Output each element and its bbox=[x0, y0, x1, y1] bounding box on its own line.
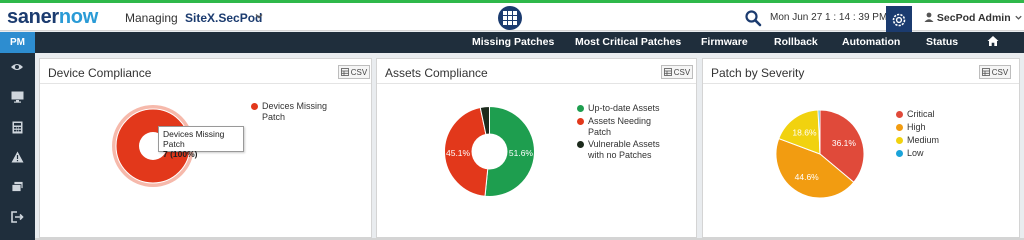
site-selector[interactable]: SiteX.SecPod bbox=[185, 11, 262, 25]
legend-vulnerable-assets[interactable]: Vulnerable Assets with no Patches bbox=[577, 139, 687, 161]
legend-swatch bbox=[577, 105, 584, 112]
legend-assets-needing-patch[interactable]: Assets Needing Patch bbox=[577, 116, 687, 138]
user-icon bbox=[924, 12, 934, 22]
layers-icon[interactable] bbox=[10, 180, 24, 194]
card-title: Assets Compliance bbox=[385, 66, 488, 80]
card-title: Patch by Severity bbox=[711, 66, 805, 80]
legend-medium[interactable]: Medium bbox=[896, 135, 976, 147]
csv-export-button[interactable]: CSV bbox=[338, 65, 370, 79]
table-icon bbox=[663, 68, 672, 76]
current-datetime: Mon Jun 27 1 : 14 : 39 PM bbox=[770, 12, 888, 23]
assets-compliance-donut: 51.6% 45.1% bbox=[444, 105, 535, 197]
table-icon bbox=[340, 68, 349, 76]
slice-label: 36.1% bbox=[832, 138, 857, 148]
legend-swatch bbox=[896, 150, 903, 157]
legend-up-to-date-assets[interactable]: Up-to-date Assets bbox=[577, 103, 687, 115]
nav-most-critical-patches[interactable]: Most Critical Patches bbox=[575, 36, 681, 48]
card-divider bbox=[377, 83, 696, 84]
nav-automation[interactable]: Automation bbox=[842, 36, 900, 48]
eye-icon[interactable] bbox=[10, 60, 24, 74]
legend-swatch bbox=[577, 118, 584, 125]
legend-swatch bbox=[896, 111, 903, 118]
chevron-down-icon[interactable] bbox=[254, 11, 264, 24]
patch-by-severity-card: Patch by Severity CSV 36.1% 44.6% 18.6% Cr… bbox=[702, 58, 1020, 238]
legend-swatch bbox=[577, 141, 584, 148]
slice-label: 51.6% bbox=[509, 148, 534, 158]
card-divider bbox=[703, 83, 1019, 84]
module-tab-pm[interactable]: PM bbox=[0, 32, 35, 53]
grid-icon bbox=[503, 11, 517, 25]
legend-swatch bbox=[896, 137, 903, 144]
warning-icon[interactable] bbox=[10, 150, 24, 164]
card-title: Device Compliance bbox=[48, 66, 152, 80]
table-icon bbox=[981, 68, 990, 76]
slice-label: 44.6% bbox=[795, 172, 820, 182]
tooltip-value: 7 (100%) bbox=[163, 149, 198, 159]
managing-label: Managing bbox=[125, 11, 178, 25]
donut-hole bbox=[471, 133, 508, 170]
legend-devices-missing-patch[interactable]: Devices Missing Patch bbox=[251, 101, 351, 123]
nav-missing-patches[interactable]: Missing Patches bbox=[472, 36, 554, 48]
user-menu[interactable]: SecPod Admin bbox=[924, 12, 1023, 24]
nav-firmware[interactable]: Firmware bbox=[701, 36, 748, 48]
search-icon[interactable] bbox=[744, 9, 762, 27]
saner-now-logo[interactable]: sanernow bbox=[7, 6, 98, 29]
card-divider bbox=[40, 83, 371, 84]
legend-critical[interactable]: Critical bbox=[896, 109, 976, 121]
logout-icon[interactable] bbox=[10, 210, 24, 224]
chart-tooltip: Devices Missing Patch 7 (100%) bbox=[158, 126, 244, 159]
nav-status[interactable]: Status bbox=[926, 36, 958, 48]
csv-export-button[interactable]: CSV bbox=[661, 65, 693, 79]
top-nav-bar: Missing Patches Most Critical Patches Fi… bbox=[0, 32, 1024, 53]
settings-button[interactable] bbox=[886, 6, 912, 33]
user-name: SecPod Admin bbox=[936, 12, 1011, 24]
app-grid-button[interactable] bbox=[498, 6, 522, 30]
nav-rollback[interactable]: Rollback bbox=[774, 36, 818, 48]
patch-severity-pie: 36.1% 44.6% 18.6% bbox=[775, 109, 865, 199]
home-icon[interactable] bbox=[987, 35, 999, 50]
legend-high[interactable]: High bbox=[896, 122, 976, 134]
monitor-icon[interactable] bbox=[10, 90, 24, 104]
sidebar bbox=[0, 53, 35, 240]
legend-swatch bbox=[896, 124, 903, 131]
calculator-icon[interactable] bbox=[10, 120, 24, 134]
tooltip-label: Devices Missing Patch bbox=[163, 129, 225, 149]
slice-label: 45.1% bbox=[446, 148, 471, 158]
app-header: sanernow Managing SiteX.SecPod Mon Jun 2… bbox=[0, 3, 1024, 33]
csv-export-button[interactable]: CSV bbox=[979, 65, 1011, 79]
chevron-down-icon bbox=[1014, 15, 1022, 20]
slice-label: 18.6% bbox=[792, 128, 817, 138]
legend-low[interactable]: Low bbox=[896, 148, 976, 160]
assets-compliance-card: Assets Compliance CSV 51.6% 45.1% Up-to-d… bbox=[376, 58, 697, 238]
legend-swatch bbox=[251, 103, 258, 110]
gear-icon bbox=[892, 13, 906, 26]
